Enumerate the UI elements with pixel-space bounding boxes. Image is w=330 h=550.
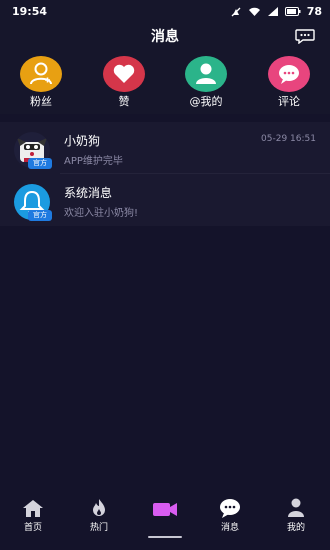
divider (60, 173, 330, 174)
profile-icon (288, 498, 304, 517)
fans-button[interactable]: 粉丝 (11, 56, 71, 108)
likes-label: 赞 (118, 95, 130, 108)
tab-messages-label: 消息 (220, 523, 239, 533)
message-title: 小奶狗 (64, 134, 101, 148)
tab-messages[interactable]: 消息 (205, 498, 255, 533)
battery-icon (284, 7, 301, 16)
fans-label: 粉丝 (30, 95, 52, 108)
comments-label: 评论 (278, 95, 300, 108)
heart-icon (103, 56, 145, 92)
mute-icon (231, 7, 241, 16)
signal-icon (267, 7, 278, 16)
chat-bubble-icon (295, 29, 315, 45)
message-preview: 欢迎入驻小奶狗! (64, 208, 139, 219)
comment-icon (268, 56, 310, 92)
camera-icon (153, 503, 177, 516)
comments-button[interactable]: 评论 (259, 56, 319, 108)
quick-actions: 粉丝 赞 @我的 评论 (0, 48, 330, 114)
official-badge: 官方 (28, 210, 52, 221)
message-list: 官方 小奶狗 APP维护完毕 05-29 16:51 官方 系统消息 欢迎入驻小… (0, 122, 330, 226)
battery-level: 78 (306, 5, 322, 18)
tab-profile-label: 我的 (286, 523, 305, 533)
bottom-tab-bar: 首页 热门 消息 我的 (0, 492, 330, 550)
likes-button[interactable]: 赞 (94, 56, 154, 108)
tab-home[interactable]: 首页 (8, 498, 58, 533)
tab-hot[interactable]: 热门 (74, 498, 124, 533)
message-title: 系统消息 (64, 186, 113, 200)
message-row-xiaonaigou[interactable]: 官方 小奶狗 APP维护完毕 05-29 16:51 (0, 128, 330, 172)
chat-button[interactable] (295, 29, 315, 45)
status-time: 19:54 (12, 5, 48, 18)
status-icons: 78 (230, 5, 322, 18)
flame-icon (93, 499, 105, 516)
mentions-button[interactable]: @我的 (176, 56, 236, 108)
tab-record[interactable] (140, 498, 190, 520)
message-time: 05-29 16:51 (261, 134, 316, 144)
person-icon (185, 56, 227, 92)
page-title: 消息 (151, 29, 179, 45)
home-icon (23, 500, 43, 517)
header: 消息 (0, 26, 330, 48)
fans-icon (20, 56, 62, 92)
status-bar: 19:54 78 (0, 0, 330, 26)
mentions-label: @我的 (189, 95, 223, 108)
tab-profile[interactable]: 我的 (271, 498, 321, 533)
wifi-icon (248, 7, 260, 16)
official-badge: 官方 (28, 158, 52, 169)
message-row-system[interactable]: 官方 系统消息 欢迎入驻小奶狗! (0, 180, 330, 224)
message-preview: APP维护完毕 (64, 156, 123, 167)
message-icon (220, 499, 240, 518)
home-indicator (148, 536, 182, 538)
tab-hot-label: 热门 (89, 523, 108, 533)
tab-home-label: 首页 (23, 523, 42, 533)
